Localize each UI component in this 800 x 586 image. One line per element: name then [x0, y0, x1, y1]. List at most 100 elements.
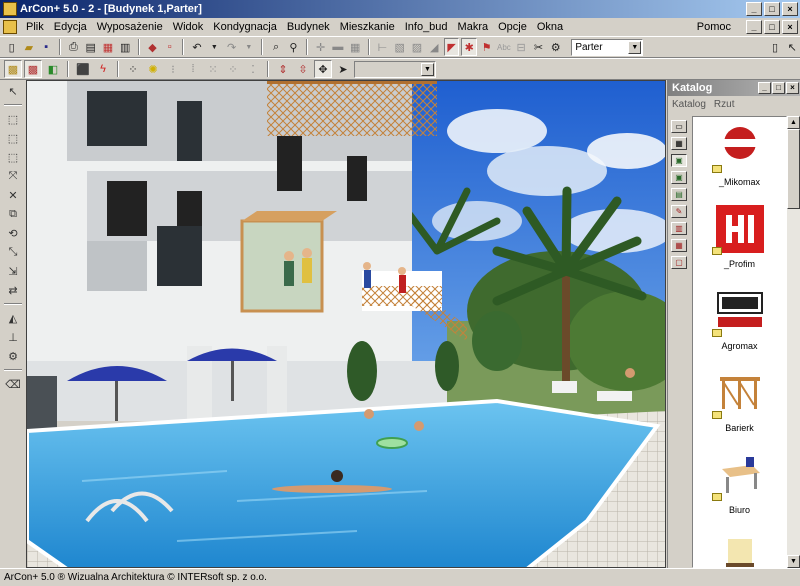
menu-opcje[interactable]: Opcje: [493, 21, 532, 33]
properties-icon[interactable]: ⚙: [3, 347, 23, 365]
move-icon[interactable]: ⁞: [184, 60, 202, 78]
select-object-icon[interactable]: ⬚: [3, 148, 23, 166]
maximize-button[interactable]: □: [764, 2, 780, 16]
undo-dropdown-icon[interactable]: ▼: [207, 38, 222, 56]
menu-edycja[interactable]: Edycja: [49, 21, 92, 33]
stairs-icon[interactable]: ▨: [409, 38, 424, 56]
dimension-icon[interactable]: ⊢: [375, 38, 390, 56]
new-file-icon[interactable]: ▯: [4, 38, 19, 56]
menu-pomoc[interactable]: Pomoc: [692, 21, 736, 33]
text-abc-icon[interactable]: Abc: [496, 38, 511, 56]
hatch-icon[interactable]: ▧: [392, 38, 407, 56]
lightning-icon[interactable]: ϟ: [94, 60, 112, 78]
chevron-down-icon[interactable]: ▼: [421, 62, 434, 76]
eraser-icon[interactable]: ⌫: [3, 375, 23, 393]
flip-icon[interactable]: ⇄: [3, 281, 23, 299]
chevron-down-icon[interactable]: ▼: [628, 40, 642, 54]
flag-icon[interactable]: ⚑: [479, 38, 494, 56]
delete-icon[interactable]: ✕: [3, 186, 23, 204]
cube-icon[interactable]: ⬛: [74, 60, 92, 78]
minimize-button[interactable]: _: [746, 2, 762, 16]
catalog-item[interactable]: Biuro: [693, 445, 786, 527]
tab-rzut[interactable]: Rzut: [714, 99, 735, 110]
texture-icon[interactable]: ▩: [4, 60, 22, 78]
category-landscape-icon[interactable]: ▣: [671, 171, 687, 184]
scroll-down-icon[interactable]: ▼: [787, 555, 800, 568]
walk-arrow-icon[interactable]: ➤: [334, 60, 352, 78]
object-icon[interactable]: ◧: [44, 60, 62, 78]
resize-icon[interactable]: ⤡: [3, 243, 23, 261]
category-grid-icon[interactable]: ▦: [671, 137, 687, 150]
category-image-icon[interactable]: ▣: [671, 154, 687, 167]
marker-icon[interactable]: ◤: [443, 38, 460, 56]
scroll-thumb[interactable]: [787, 129, 800, 209]
zoom-icon[interactable]: ⌕: [268, 38, 283, 56]
book-icon[interactable]: ▯: [767, 38, 782, 56]
menu-info-bud[interactable]: Info_bud: [400, 21, 453, 33]
tab-katalog[interactable]: Katalog: [672, 99, 706, 110]
catalog-item[interactable]: _Mikomax: [693, 117, 786, 199]
mdi-close-button[interactable]: ×: [782, 20, 798, 34]
roof-icon[interactable]: ◢: [427, 38, 442, 56]
camera-up-icon[interactable]: ⇕: [274, 60, 292, 78]
pan-icon[interactable]: ✥: [314, 60, 332, 78]
view-select[interactable]: ▼: [354, 60, 436, 78]
mirror-object-icon[interactable]: ◭: [3, 309, 23, 327]
catalog-close-button[interactable]: ×: [786, 82, 799, 94]
open-folder-icon[interactable]: ▰: [21, 38, 36, 56]
menu-kondygnacja[interactable]: Kondygnacja: [208, 21, 282, 33]
mdi-minimize-button[interactable]: _: [746, 20, 762, 34]
catalog-minimize-button[interactable]: _: [758, 82, 771, 94]
rotate-object-icon[interactable]: ⟲: [3, 224, 23, 242]
category-plants-icon[interactable]: ▤: [671, 188, 687, 201]
tools-icon[interactable]: ✂: [531, 38, 546, 56]
grid-icon[interactable]: ▦: [348, 38, 363, 56]
catalog-item[interactable]: Barierk: [693, 363, 786, 445]
menu-plik[interactable]: Plik: [21, 21, 49, 33]
pointer-icon[interactable]: ↖: [3, 82, 23, 100]
catalog-item[interactable]: _Profim: [693, 199, 786, 281]
mirror-icon[interactable]: ⁚: [244, 60, 262, 78]
select-area-icon[interactable]: ⬚: [3, 129, 23, 147]
catalog-scrollbar[interactable]: ▲ ▼: [787, 116, 800, 568]
document-icon[interactable]: [3, 20, 17, 34]
copy-icon[interactable]: ⧉: [3, 205, 23, 223]
category-texture-icon[interactable]: ▢: [671, 256, 687, 269]
format-icon[interactable]: ⊟: [514, 38, 529, 56]
close-button[interactable]: ×: [782, 2, 798, 16]
catalog-item[interactable]: Agromax: [693, 281, 786, 363]
floor-select[interactable]: Parter ▼: [571, 38, 644, 56]
menu-okna[interactable]: Okna: [532, 21, 568, 33]
gear-icon[interactable]: ⚙: [548, 38, 563, 56]
rotate-icon[interactable]: ⁙: [204, 60, 222, 78]
export-icon[interactable]: ▦: [100, 38, 115, 56]
lights-icon[interactable]: ⁘: [124, 60, 142, 78]
print-icon[interactable]: ⎙: [66, 38, 81, 56]
category-door-icon[interactable]: ▥: [671, 222, 687, 235]
redo-dropdown-icon[interactable]: ▼: [241, 38, 256, 56]
catalog-item[interactable]: [693, 527, 786, 567]
menu-budynek[interactable]: Budynek: [282, 21, 335, 33]
stretch-icon[interactable]: ⇲: [3, 262, 23, 280]
material-icon[interactable]: ▩: [24, 60, 42, 78]
settings-icon[interactable]: ▥: [118, 38, 133, 56]
menu-wyposazenie[interactable]: Wyposażenie: [92, 21, 168, 33]
arrows-icon[interactable]: ⁝: [164, 60, 182, 78]
category-window-icon[interactable]: ▦: [671, 239, 687, 252]
sun-icon[interactable]: ✺: [144, 60, 162, 78]
scroll-up-icon[interactable]: ▲: [787, 116, 800, 129]
scale-icon[interactable]: ⁘: [224, 60, 242, 78]
redo-icon[interactable]: ↷: [224, 38, 239, 56]
category-tools-icon[interactable]: ✎: [671, 205, 687, 218]
design-mode-icon[interactable]: ▫: [162, 38, 177, 56]
mdi-restore-button[interactable]: □: [764, 20, 780, 34]
save-icon[interactable]: ▪: [39, 38, 54, 56]
camera-down-icon[interactable]: ⇳: [294, 60, 312, 78]
wall-icon[interactable]: ▬: [330, 38, 345, 56]
app-icon[interactable]: [3, 2, 17, 16]
pin-icon[interactable]: ✱: [461, 38, 477, 56]
align-icon[interactable]: ⊥: [3, 328, 23, 346]
menu-makra[interactable]: Makra: [453, 21, 494, 33]
measure-icon[interactable]: ⚲: [286, 38, 301, 56]
render-icon[interactable]: ◆: [145, 38, 160, 56]
